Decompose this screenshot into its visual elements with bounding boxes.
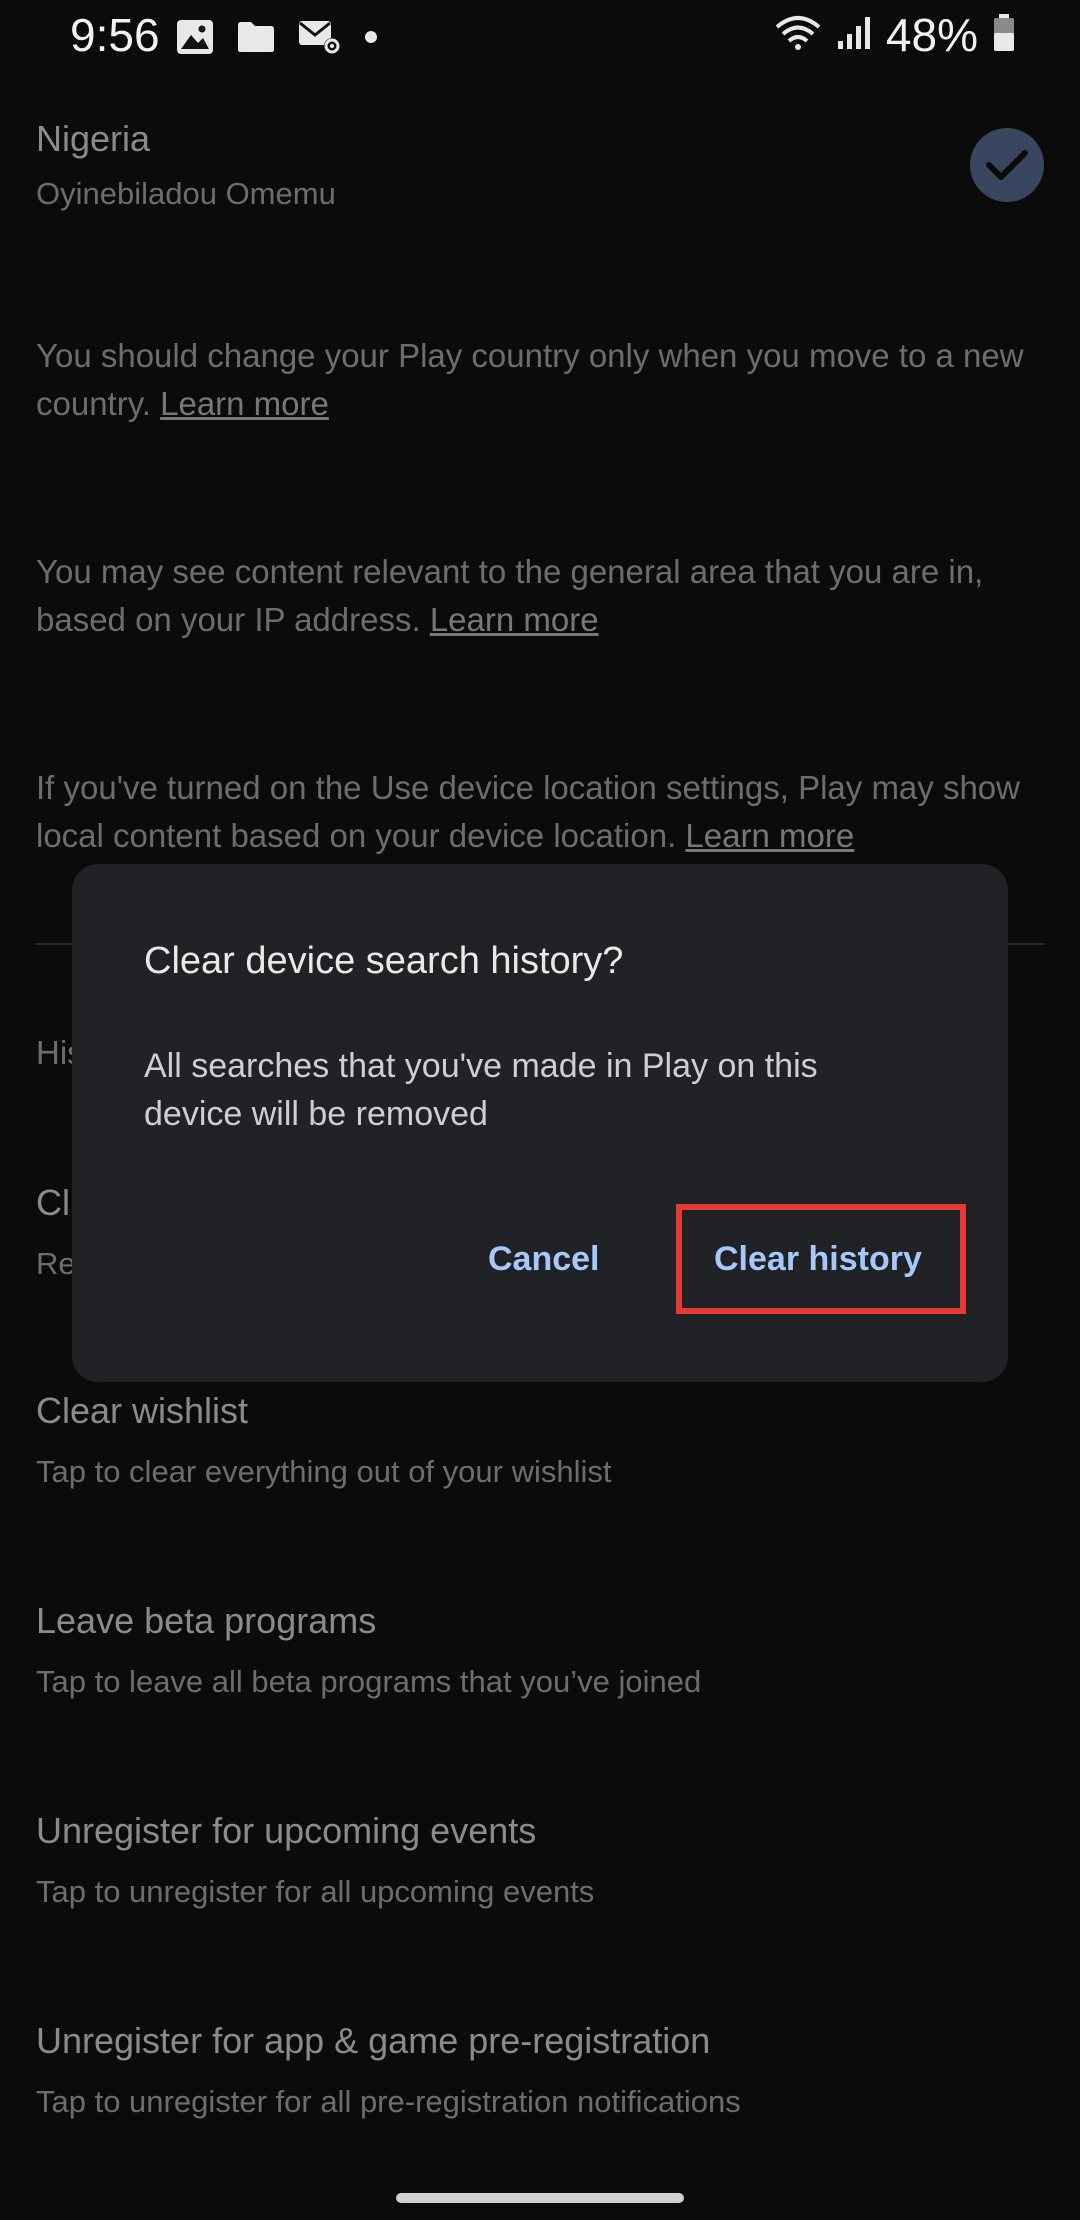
clear-wishlist-title[interactable]: Clear wishlist bbox=[36, 1390, 248, 1432]
clear-wishlist-subtitle: Tap to clear everything out of your wish… bbox=[36, 1454, 612, 1489]
leave-beta-subtitle: Tap to leave all beta programs that you’… bbox=[36, 1664, 702, 1699]
learn-more-link-1[interactable]: Learn more bbox=[160, 385, 329, 422]
info-text-3: If you've turned on the Use device locat… bbox=[36, 769, 1020, 854]
clear-search-history-subtitle: Re bbox=[36, 1246, 76, 1281]
learn-more-link-2[interactable]: Learn more bbox=[430, 601, 599, 638]
unregister-events-title[interactable]: Unregister for upcoming events bbox=[36, 1810, 536, 1852]
clear-history-dialog: Clear device search history? All searche… bbox=[72, 864, 1008, 1382]
gesture-nav-handle[interactable] bbox=[396, 2193, 684, 2203]
selected-check-icon[interactable] bbox=[970, 128, 1044, 202]
clear-history-button[interactable]: Clear history bbox=[714, 1240, 922, 1279]
unregister-events-subtitle: Tap to unregister for all upcoming event… bbox=[36, 1874, 595, 1909]
dialog-message: All searches that you've made in Play on… bbox=[144, 1047, 818, 1133]
info-paragraph-2: You may see content relevant to the gene… bbox=[36, 548, 1036, 644]
leave-beta-title[interactable]: Leave beta programs bbox=[36, 1600, 376, 1642]
info-paragraph-3: If you've turned on the Use device locat… bbox=[36, 764, 1036, 860]
country-name: Nigeria bbox=[36, 118, 151, 159]
clear-search-history-title[interactable]: Cl bbox=[36, 1182, 70, 1224]
unregister-preregistration-subtitle: Tap to unregister for all pre-registrati… bbox=[36, 2084, 741, 2119]
cancel-button[interactable]: Cancel bbox=[488, 1240, 600, 1279]
account-name: Oyinebiladou Omemu bbox=[36, 176, 336, 211]
unregister-preregistration-title[interactable]: Unregister for app & game pre-registrati… bbox=[36, 2020, 710, 2062]
info-paragraph-1: You should change your Play country only… bbox=[36, 332, 1036, 428]
dialog-title: Clear device search history? bbox=[144, 940, 624, 982]
learn-more-link-3[interactable]: Learn more bbox=[685, 817, 854, 854]
